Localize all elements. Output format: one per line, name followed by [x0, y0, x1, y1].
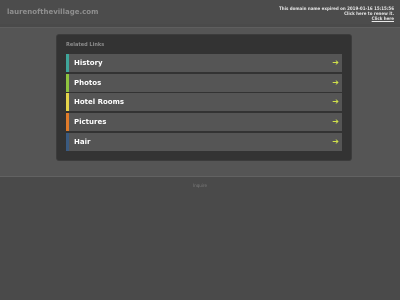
expiry-notice: This domain name expired on 2019-01-16 1… [279, 6, 394, 21]
link-label[interactable]: Photos [74, 79, 101, 87]
link-hotel-rooms[interactable]: Hotel Rooms ➔ [66, 93, 342, 112]
related-links-list: History ➔ Photos ➔ Hotel Rooms ➔ Picture… [66, 54, 342, 152]
content-band: Related Links History ➔ Photos ➔ Hotel R… [0, 27, 400, 177]
arrow-right-icon[interactable]: ➔ [332, 117, 339, 126]
accent-stripe [66, 113, 69, 132]
link-label[interactable]: Hotel Rooms [74, 98, 124, 106]
accent-stripe [66, 54, 69, 72]
click-here-link[interactable]: Click here [279, 16, 394, 21]
link-label[interactable]: History [74, 59, 103, 67]
related-links-title: Related Links [66, 42, 105, 48]
related-links-panel: Related Links History ➔ Photos ➔ Hotel R… [57, 35, 351, 160]
top-bar: laurenofthevillage.com This domain name … [0, 0, 400, 24]
arrow-right-icon[interactable]: ➔ [332, 58, 339, 67]
inquire-link[interactable]: Inquire [0, 183, 400, 188]
arrow-right-icon[interactable]: ➔ [332, 78, 339, 87]
arrow-right-icon[interactable]: ➔ [332, 97, 339, 106]
link-photos[interactable]: Photos ➔ [66, 73, 342, 92]
domain-name: laurenofthevillage.com [7, 8, 99, 16]
link-label[interactable]: Pictures [74, 118, 106, 126]
accent-stripe [66, 73, 69, 92]
link-label[interactable]: Hair [74, 138, 90, 146]
link-pictures[interactable]: Pictures ➔ [66, 113, 342, 132]
arrow-right-icon[interactable]: ➔ [332, 137, 339, 146]
link-history[interactable]: History ➔ [66, 54, 342, 72]
accent-stripe [66, 93, 69, 112]
accent-stripe [66, 132, 69, 151]
link-hair[interactable]: Hair ➔ [66, 132, 342, 151]
